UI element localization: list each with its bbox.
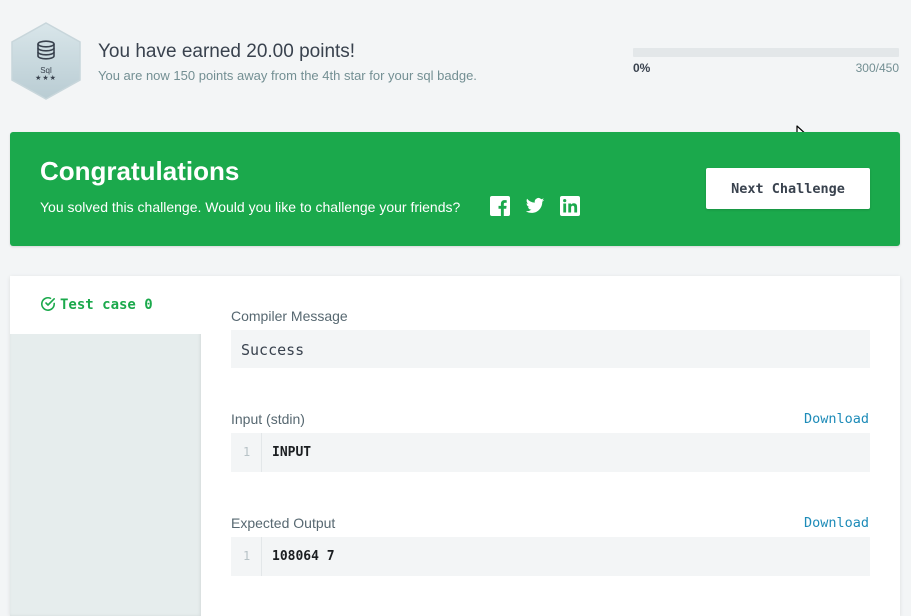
compiler-message-text: Success xyxy=(241,341,305,359)
next-challenge-button[interactable]: Next Challenge xyxy=(706,168,870,209)
expected-output-code-box: 1 108064 7 xyxy=(231,537,870,576)
linkedin-icon[interactable] xyxy=(560,196,580,216)
test-results-panel: Test case 0 Compiler Message Success Inp… xyxy=(10,276,900,616)
line-number: 1 xyxy=(243,549,251,563)
facebook-icon[interactable] xyxy=(490,196,510,216)
banner-title: Congratulations xyxy=(40,156,240,186)
line-number: 1 xyxy=(243,445,251,459)
line-number-gutter: 1 xyxy=(231,433,262,472)
check-circle-icon xyxy=(41,297,55,311)
input-label: Input (stdin) xyxy=(231,411,305,427)
badge-progress-bar xyxy=(633,48,899,57)
tab-test-case-label: Test case 0 xyxy=(60,297,153,313)
badge-stars: ★★★ xyxy=(35,75,57,82)
line-number-gutter: 1 xyxy=(231,537,262,576)
compiler-message-box: Success xyxy=(231,330,870,368)
points-earned-subtitle: You are now 150 points away from the 4th… xyxy=(98,68,477,83)
expected-output-line-text: 108064 7 xyxy=(272,549,335,564)
input-line-text: INPUT xyxy=(272,445,312,460)
sql-badge: Sql ★★★ xyxy=(9,21,83,101)
progress-points: 300/450 xyxy=(855,61,899,75)
input-code-box: 1 INPUT xyxy=(231,433,870,472)
progress-percent: 0% xyxy=(633,61,651,75)
expected-output-label: Expected Output xyxy=(231,515,336,531)
badge-hexagon-icon xyxy=(11,22,81,100)
compiler-message-label: Compiler Message xyxy=(231,308,348,324)
expected-output-download-link[interactable]: Download xyxy=(804,515,869,531)
test-case-sidebar: Test case 0 xyxy=(10,276,201,616)
twitter-icon[interactable] xyxy=(525,196,545,216)
tab-test-case-0[interactable]: Test case 0 xyxy=(10,276,201,334)
congratulations-banner: Congratulations You solved this challeng… xyxy=(10,132,900,246)
banner-subtitle: You solved this challenge. Would you lik… xyxy=(40,199,461,215)
input-download-link[interactable]: Download xyxy=(804,411,869,427)
points-earned-title: You have earned 20.00 points! xyxy=(98,41,356,62)
